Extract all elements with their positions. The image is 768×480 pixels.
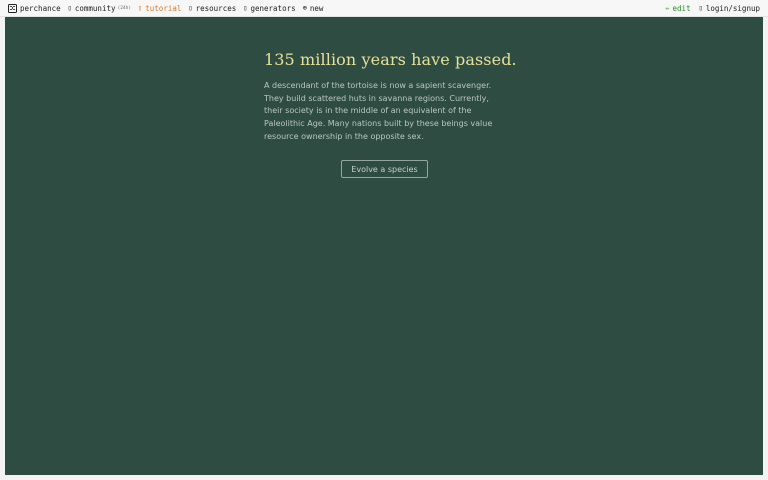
nav-resources[interactable]: ▯ resources: [188, 4, 236, 13]
nav-tutorial-label: tutorial: [145, 3, 182, 13]
nav-perchance-label: perchance: [20, 3, 61, 13]
nav-community-sub: (24h): [117, 5, 132, 11]
nav-left-group: perchance ▯ community (24h) ▯ tutorial ▯…: [8, 3, 330, 13]
nav-tutorial[interactable]: ▯ tutorial: [138, 4, 181, 13]
result-description: A descendant of the tortoise is now a sa…: [264, 81, 493, 141]
nav-login-label: login/signup: [705, 3, 760, 13]
pencil-icon: ✏: [665, 3, 670, 12]
generators-icon: ▯: [243, 3, 248, 12]
nav-generators[interactable]: ▯ generators: [243, 4, 295, 13]
nav-edit-label: edit: [672, 3, 691, 13]
nav-new-label: new: [309, 3, 324, 13]
nav-generators-label: generators: [250, 3, 296, 13]
nav-right-group: ✏ edit ▯ login/signup: [657, 4, 760, 13]
chat-icon: ▯: [67, 3, 72, 12]
nav-perchance[interactable]: perchance: [8, 3, 61, 13]
top-navigation-bar: perchance ▯ community (24h) ▯ tutorial ▯…: [0, 0, 768, 17]
resources-icon: ▯: [188, 3, 193, 12]
result-headline: 135 million years have passed.: [264, 50, 517, 69]
plus-circle-icon: ⊕: [302, 3, 307, 12]
nav-login[interactable]: ▯ login/signup: [699, 4, 760, 13]
nav-new[interactable]: ⊕ new: [303, 4, 324, 13]
nav-community-label: community: [74, 3, 116, 13]
evolve-species-button[interactable]: Evolve a species: [341, 160, 428, 178]
result-content: 135 million years have passed. A descend…: [264, 50, 517, 144]
user-icon: ▯: [698, 3, 703, 12]
generator-output-panel: 135 million years have passed. A descend…: [5, 17, 763, 475]
book-icon: ▯: [138, 3, 143, 12]
nav-community[interactable]: ▯ community (24h): [68, 4, 131, 13]
nav-edit[interactable]: ✏ edit: [665, 4, 690, 13]
dice-icon: [8, 3, 17, 13]
nav-resources-label: resources: [195, 3, 237, 13]
